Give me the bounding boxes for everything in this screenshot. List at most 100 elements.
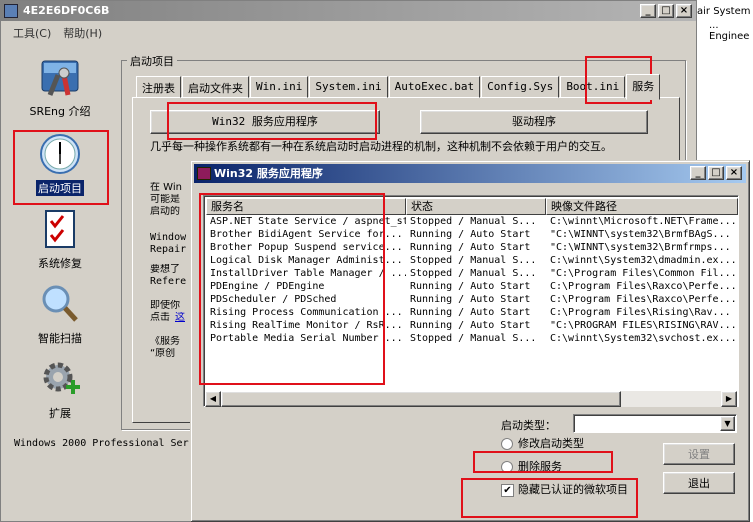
chevron-down-icon[interactable]: ▼ (720, 416, 735, 431)
dialog-close-button[interactable]: × (726, 166, 742, 180)
cell-service-name: Portable Media Serial Number ... (210, 333, 403, 344)
cell-status: Stopped / Manual S... (410, 216, 537, 227)
nav-label: 扩展 (49, 407, 71, 420)
tab-boot-ini[interactable]: Boot.ini (560, 76, 626, 98)
cell-image-path: C:\winnt\System32\dmadmin.ex... (550, 255, 737, 266)
table-row[interactable]: Brother BidiAgent Service for... Running … (206, 228, 738, 241)
list-header: 服务名 状态 映像文件路径 (206, 198, 738, 215)
menu-help[interactable]: 帮助(H) (57, 22, 108, 42)
tab-registry[interactable]: 注册表 (136, 76, 181, 98)
cell-service-name: Rising RealTime Monitor / RsR... (210, 320, 403, 331)
cell-service-name: Logical Disk Manager Administ... (210, 255, 403, 266)
check-icon[interactable]: ✔ (501, 483, 514, 497)
nav-label: 系统修复 (38, 257, 82, 270)
column-service-name[interactable]: 服务名 (206, 198, 406, 215)
partial-text: 启动的 (150, 206, 180, 217)
table-row[interactable]: ASP.NET State Service / aspnet_state Stop… (206, 215, 738, 228)
cell-image-path: C:\Program Files\Rising\Rav... (550, 307, 731, 318)
radio-circle[interactable] (501, 438, 513, 450)
partial-text: 在 Win (150, 182, 182, 193)
column-image-path[interactable]: 映像文件路径 (546, 198, 738, 215)
horizontal-scrollbar[interactable]: ◀ ▶ (205, 391, 737, 407)
partial-link[interactable]: 这 (175, 312, 185, 324)
cell-service-name: PDEngine / PDEngine (210, 281, 325, 292)
minimize-button[interactable]: _ (640, 4, 656, 18)
set-button[interactable]: 设置 (663, 443, 735, 465)
dialog-maximize-button[interactable]: □ (708, 166, 724, 180)
checkbox-hide-microsoft[interactable]: ✔ 隐藏已认证的微软项目 (501, 481, 628, 497)
cell-image-path: C:\Program Files\Raxco\Perfe... (550, 281, 737, 292)
checkbox-hide-label: 隐藏已认证的微软项目 (518, 483, 628, 496)
tab-system-ini[interactable]: System.ini (309, 76, 388, 98)
win32-services-button[interactable]: Win32 服务应用程序 (150, 110, 380, 134)
menu-tools[interactable]: 工具(C) (7, 22, 57, 42)
maximize-button[interactable]: □ (658, 4, 674, 18)
column-status[interactable]: 状态 (406, 198, 546, 215)
cell-image-path: "C:\WINNT\system32\BrmfBAgS... (550, 229, 731, 240)
cell-image-path: "C:\PROGRAM FILES\RISING\RAV... (550, 320, 737, 331)
dialog-minimize-button[interactable]: _ (690, 166, 706, 180)
cell-status: Running / Auto Start (410, 307, 531, 318)
scroll-thumb[interactable] (221, 391, 621, 407)
main-title-bar[interactable]: 4E2E6DF0C6B _ □ × (1, 1, 696, 21)
cell-status: Stopped / Manual S... (410, 255, 537, 266)
tab-autoexec[interactable]: AutoExec.bat (388, 76, 481, 98)
radio-modify-startup[interactable]: 修改启动类型 (501, 435, 584, 451)
startup-type-select[interactable]: ▼ (573, 414, 737, 433)
cell-status: Running / Auto Start (410, 320, 531, 331)
table-row[interactable]: PDEngine / PDEngine Running / Auto Start C… (206, 280, 738, 293)
partial-text: Refere (150, 276, 187, 287)
cell-service-name: ASP.NET State Service / aspnet_state (210, 216, 406, 227)
exit-button[interactable]: 退出 (663, 472, 735, 494)
nav-system-repair[interactable]: 系统修复 (10, 207, 110, 271)
radio-delete-service[interactable]: 删除服务 (501, 458, 562, 474)
radio-modify-label: 修改启动类型 (518, 437, 584, 450)
table-row[interactable]: InstallDriver Table Manager / ... Stopped… (206, 267, 738, 280)
cell-service-name: Brother Popup Suspend service... (210, 242, 403, 253)
drivers-button[interactable]: 驱动程序 (420, 110, 648, 134)
tab-win-ini[interactable]: Win.ini (250, 76, 309, 98)
services-list[interactable]: 服务名 状态 映像文件路径 ASP.NET State Service / as… (203, 195, 739, 407)
status-text: Windows 2000 Professional Ser (14, 438, 189, 449)
nav-label: 启动项目 (36, 180, 84, 196)
clock-icon (38, 132, 82, 176)
close-button[interactable]: × (676, 4, 692, 18)
tab-config-sys[interactable]: Config.Sys (481, 76, 560, 98)
partial-text: 《服务 (150, 336, 180, 347)
dialog-title: Win32 服务应用程序 (214, 167, 323, 180)
table-row[interactable]: Rising RealTime Monitor / RsR... Running … (206, 319, 738, 332)
checklist-icon (38, 207, 82, 251)
table-row[interactable]: Logical Disk Manager Administ... Stopped … (206, 254, 738, 267)
radio-circle[interactable] (501, 461, 513, 473)
cell-image-path: "C:\Program Files\Common Fil... (550, 268, 737, 279)
partial-text: Repair (150, 244, 187, 255)
nav-sreng-intro[interactable]: SREng 介绍 (10, 55, 110, 119)
scroll-right-button[interactable]: ▶ (721, 391, 737, 407)
cell-image-path: "C:\WINNT\system32\Brmfrmps... (550, 242, 731, 253)
table-row[interactable]: Portable Media Serial Number ... Stopped … (206, 332, 738, 345)
dialog-title-bar[interactable]: Win32 服务应用程序 _ □ × (194, 164, 746, 183)
table-row[interactable]: PDScheduler / PDSched Running / Auto Star… (206, 293, 738, 306)
cell-image-path: C:\winnt\System32\svchost.ex... (550, 333, 737, 344)
cell-image-path: C:\winnt\Microsoft.NET\Frame... (550, 216, 737, 227)
app-icon (4, 4, 18, 18)
nav-smart-scan[interactable]: 智能扫描 (10, 282, 110, 346)
tab-strip: 注册表 启动文件夹 Win.ini System.ini AutoExec.ba… (136, 74, 661, 100)
table-row[interactable]: Rising Process Communication ... Running … (206, 306, 738, 319)
menu-bar: 工具(C) 帮助(H) (1, 22, 696, 42)
cell-service-name: Rising Process Communication ... (210, 307, 403, 318)
cell-image-path: C:\Program Files\Raxco\Perfe... (550, 294, 737, 305)
nav-label: SREng 介绍 (29, 105, 91, 118)
group-label: 启动项目 (127, 53, 177, 69)
table-row[interactable]: Brother Popup Suspend service... Running … (206, 241, 738, 254)
startup-type-label: 启动类型： (501, 419, 556, 432)
strip-text-1: air System (697, 6, 751, 17)
nav-extensions[interactable]: 扩展 (10, 357, 110, 421)
scroll-left-button[interactable]: ◀ (205, 391, 221, 407)
cell-service-name: Brother BidiAgent Service for... (210, 229, 403, 240)
nav-startup-items[interactable]: 启动项目 (10, 132, 110, 196)
tab-startup-folder[interactable]: 启动文件夹 (182, 76, 249, 98)
tab-services[interactable]: 服务 (626, 74, 661, 100)
gear-plus-icon (38, 357, 82, 401)
cell-status: Running / Auto Start (410, 294, 531, 305)
